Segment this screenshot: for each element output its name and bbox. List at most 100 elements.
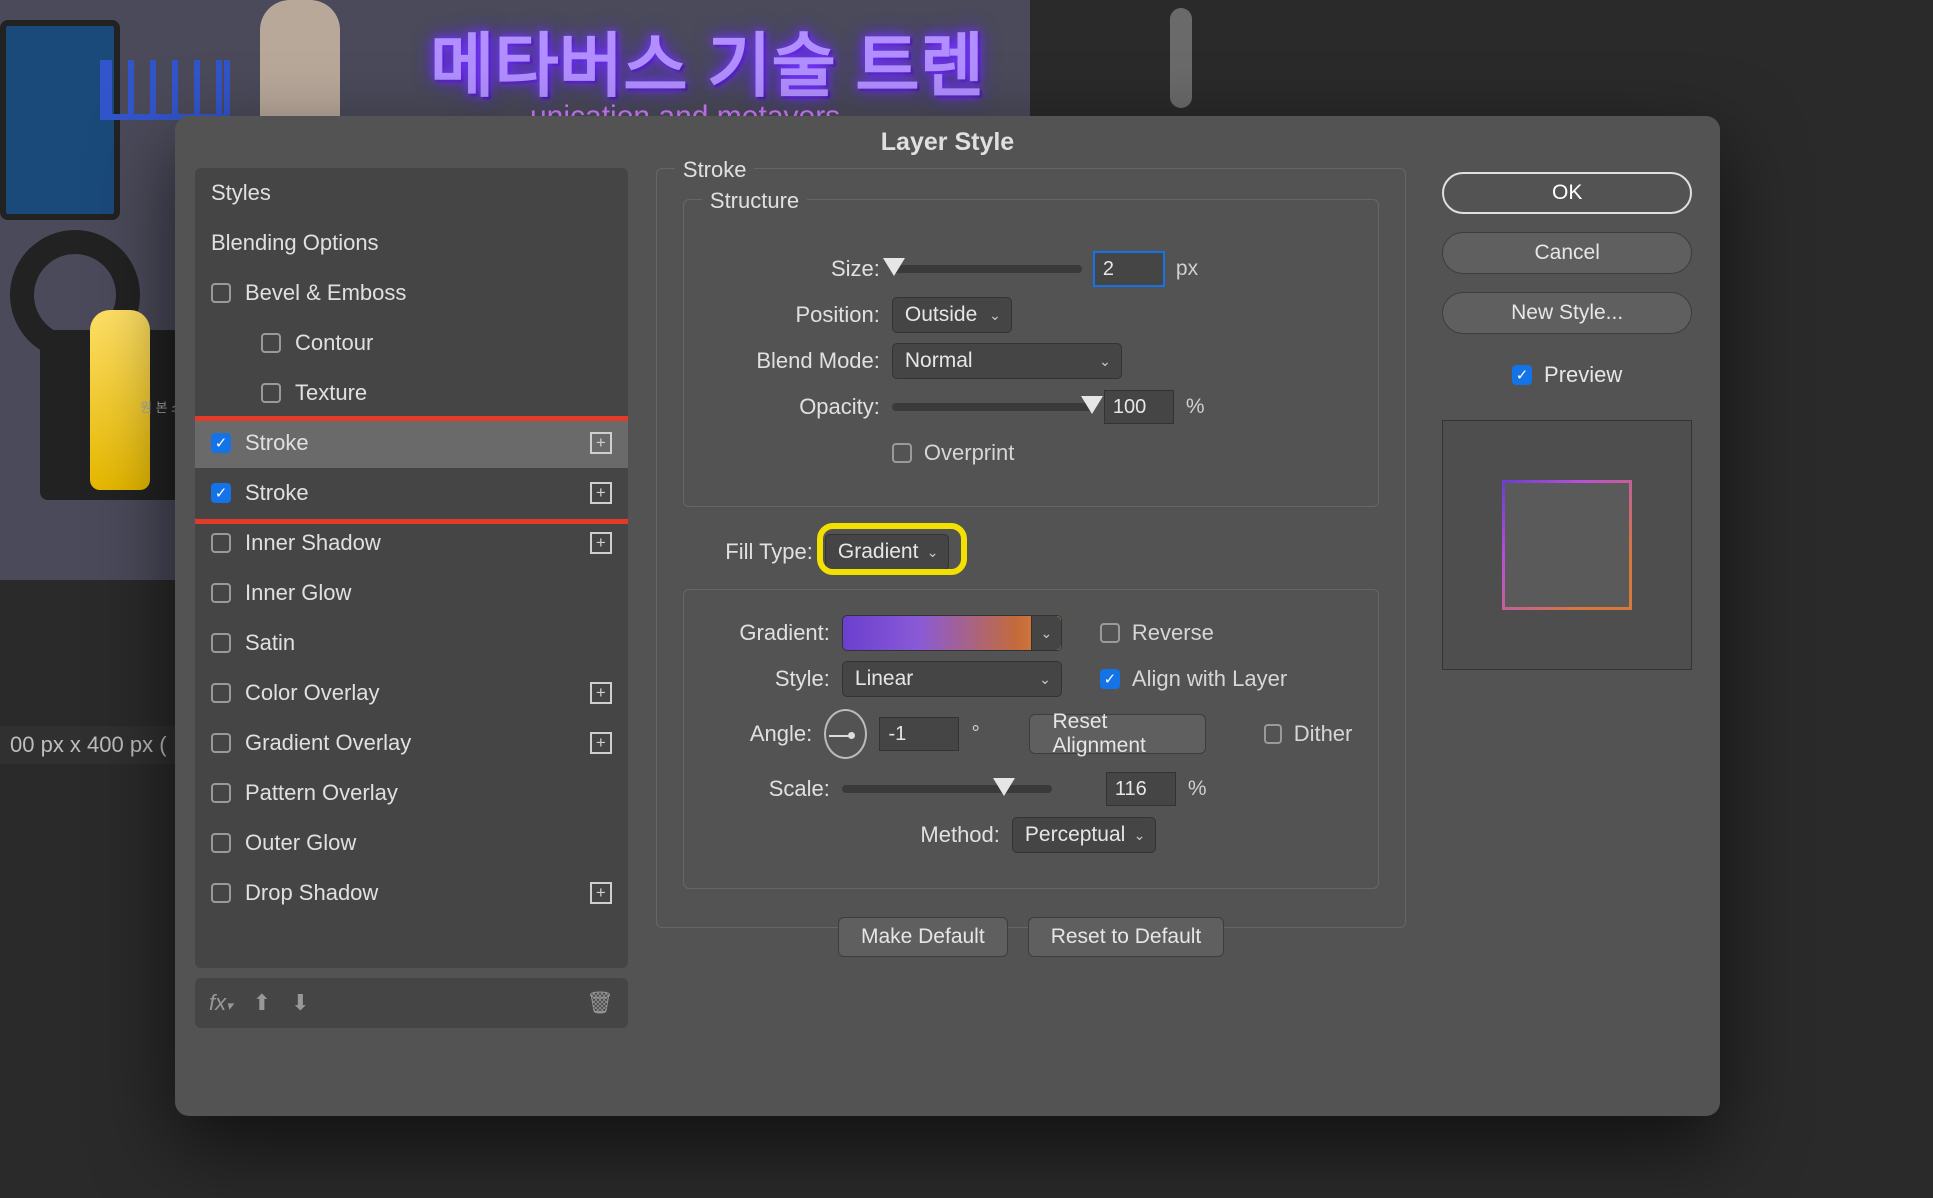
styles-footer: fx▾ ⬆ ⬇ 🗑 bbox=[195, 978, 628, 1028]
reset-alignment-button[interactable]: Reset Alignment bbox=[1029, 714, 1205, 754]
plus-icon[interactable]: + bbox=[590, 482, 612, 504]
dialog-title: Layer Style bbox=[175, 116, 1720, 168]
gradient-style-label: Style: bbox=[710, 666, 830, 692]
chevron-down-icon: ⌄ bbox=[1041, 625, 1053, 642]
reverse-label: Reverse bbox=[1132, 620, 1214, 646]
make-default-button[interactable]: Make Default bbox=[838, 917, 1008, 957]
chevron-down-icon: ⌄ bbox=[989, 307, 1001, 324]
position-label: Position: bbox=[710, 302, 880, 328]
gradient-label: Gradient: bbox=[710, 620, 830, 646]
structure-title: Structure bbox=[702, 188, 807, 214]
new-style-button[interactable]: New Style... bbox=[1442, 292, 1692, 334]
checkbox-icon[interactable] bbox=[211, 433, 231, 453]
opacity-input[interactable] bbox=[1104, 390, 1174, 424]
slider-thumb-icon[interactable] bbox=[883, 258, 905, 276]
outer-glow-row[interactable]: Outer Glow bbox=[195, 818, 628, 868]
reverse-checkbox[interactable] bbox=[1100, 623, 1120, 643]
stroke-row-1[interactable]: Stroke+ bbox=[195, 418, 628, 468]
contour-row[interactable]: Contour bbox=[195, 318, 628, 368]
ok-button[interactable]: OK bbox=[1442, 172, 1692, 214]
opacity-unit: % bbox=[1186, 395, 1205, 419]
pattern-overlay-row[interactable]: Pattern Overlay bbox=[195, 768, 628, 818]
blend-mode-label: Blend Mode: bbox=[710, 348, 880, 374]
stroke-group: Stroke Structure Size: px Position: Outs… bbox=[656, 168, 1406, 928]
slider-thumb-icon[interactable] bbox=[1081, 396, 1103, 414]
chevron-down-icon: ⌄ bbox=[927, 544, 939, 561]
inner-glow-row[interactable]: Inner Glow bbox=[195, 568, 628, 618]
cancel-button[interactable]: Cancel bbox=[1442, 232, 1692, 274]
drop-shadow-row[interactable]: Drop Shadow+ bbox=[195, 868, 628, 918]
angle-dial[interactable] bbox=[824, 709, 867, 759]
preview-box bbox=[1442, 420, 1692, 670]
checkbox-icon[interactable] bbox=[211, 633, 231, 653]
reset-to-default-button[interactable]: Reset to Default bbox=[1028, 917, 1225, 957]
blending-options-row[interactable]: Blending Options bbox=[195, 218, 628, 268]
checkbox-icon[interactable] bbox=[211, 833, 231, 853]
inner-shadow-row[interactable]: Inner Shadow+ bbox=[195, 518, 628, 568]
plus-icon[interactable]: + bbox=[590, 732, 612, 754]
stroke-row-2[interactable]: Stroke+ bbox=[195, 468, 628, 518]
bevel-emboss-row[interactable]: Bevel & Emboss bbox=[195, 268, 628, 318]
overprint-label: Overprint bbox=[924, 440, 1014, 466]
size-unit: px bbox=[1176, 257, 1198, 281]
size-label: Size: bbox=[710, 256, 880, 282]
angle-input[interactable] bbox=[879, 717, 959, 751]
checkbox-icon[interactable] bbox=[211, 283, 231, 303]
scale-slider[interactable] bbox=[842, 785, 1052, 793]
opacity-label: Opacity: bbox=[710, 394, 880, 420]
scale-unit: % bbox=[1188, 777, 1207, 801]
checkbox-icon[interactable] bbox=[261, 333, 281, 353]
panel-scrollbar[interactable] bbox=[1170, 8, 1192, 108]
plus-icon[interactable]: + bbox=[590, 882, 612, 904]
chevron-down-icon: ⌄ bbox=[1039, 671, 1051, 688]
position-select[interactable]: Outside⌄ bbox=[892, 297, 1012, 333]
satin-row[interactable]: Satin bbox=[195, 618, 628, 668]
overprint-checkbox[interactable] bbox=[892, 443, 912, 463]
dither-label: Dither bbox=[1294, 721, 1353, 747]
plus-icon[interactable]: + bbox=[590, 432, 612, 454]
move-up-icon[interactable]: ⬆ bbox=[253, 990, 271, 1016]
checkbox-icon[interactable] bbox=[211, 783, 231, 803]
checkbox-icon[interactable] bbox=[261, 383, 281, 403]
size-input[interactable] bbox=[1094, 252, 1164, 286]
dither-checkbox[interactable] bbox=[1264, 724, 1282, 744]
method-label: Method: bbox=[710, 822, 1000, 848]
plus-icon[interactable]: + bbox=[590, 532, 612, 554]
opacity-slider[interactable] bbox=[892, 403, 1092, 411]
styles-header[interactable]: Styles bbox=[195, 168, 628, 218]
plus-icon[interactable]: + bbox=[590, 682, 612, 704]
align-layer-label: Align with Layer bbox=[1132, 666, 1287, 692]
method-select[interactable]: Perceptual⌄ bbox=[1012, 817, 1156, 853]
slider-thumb-icon[interactable] bbox=[993, 778, 1015, 796]
scale-input[interactable] bbox=[1106, 772, 1176, 806]
blend-mode-select[interactable]: Normal⌄ bbox=[892, 343, 1122, 379]
chevron-down-icon: ⌄ bbox=[1099, 353, 1111, 370]
gradient-overlay-row[interactable]: Gradient Overlay+ bbox=[195, 718, 628, 768]
texture-row[interactable]: Texture bbox=[195, 368, 628, 418]
trash-icon[interactable]: 🗑 bbox=[586, 990, 614, 1016]
scale-label: Scale: bbox=[710, 776, 830, 802]
move-down-icon[interactable]: ⬇ bbox=[291, 990, 309, 1016]
status-bar: 00 px x 400 px ( bbox=[0, 726, 177, 764]
fx-icon[interactable]: fx▾ bbox=[209, 990, 233, 1016]
fill-type-label: Fill Type: bbox=[683, 539, 813, 565]
checkbox-icon[interactable] bbox=[211, 683, 231, 703]
align-layer-checkbox[interactable] bbox=[1100, 669, 1120, 689]
preview-checkbox[interactable] bbox=[1512, 365, 1532, 385]
preview-label: Preview bbox=[1544, 362, 1622, 388]
checkbox-icon[interactable] bbox=[211, 533, 231, 553]
checkbox-icon[interactable] bbox=[211, 483, 231, 503]
size-slider[interactable] bbox=[892, 265, 1082, 273]
color-overlay-row[interactable]: Color Overlay+ bbox=[195, 668, 628, 718]
stroke-group-title: Stroke bbox=[675, 157, 755, 183]
gradient-swatch[interactable]: ⌄ bbox=[842, 615, 1062, 651]
gradient-style-select[interactable]: Linear⌄ bbox=[842, 661, 1062, 697]
angle-label: Angle: bbox=[710, 721, 812, 747]
checkbox-icon[interactable] bbox=[211, 733, 231, 753]
styles-list: Styles Blending Options Bevel & Emboss C… bbox=[195, 168, 628, 968]
preview-swatch bbox=[1502, 480, 1632, 610]
checkbox-icon[interactable] bbox=[211, 583, 231, 603]
gradient-group: Gradient: ⌄ Reverse Style: Linear⌄ Align… bbox=[683, 589, 1379, 889]
checkbox-icon[interactable] bbox=[211, 883, 231, 903]
fill-type-select[interactable]: Gradient⌄ bbox=[825, 534, 950, 570]
